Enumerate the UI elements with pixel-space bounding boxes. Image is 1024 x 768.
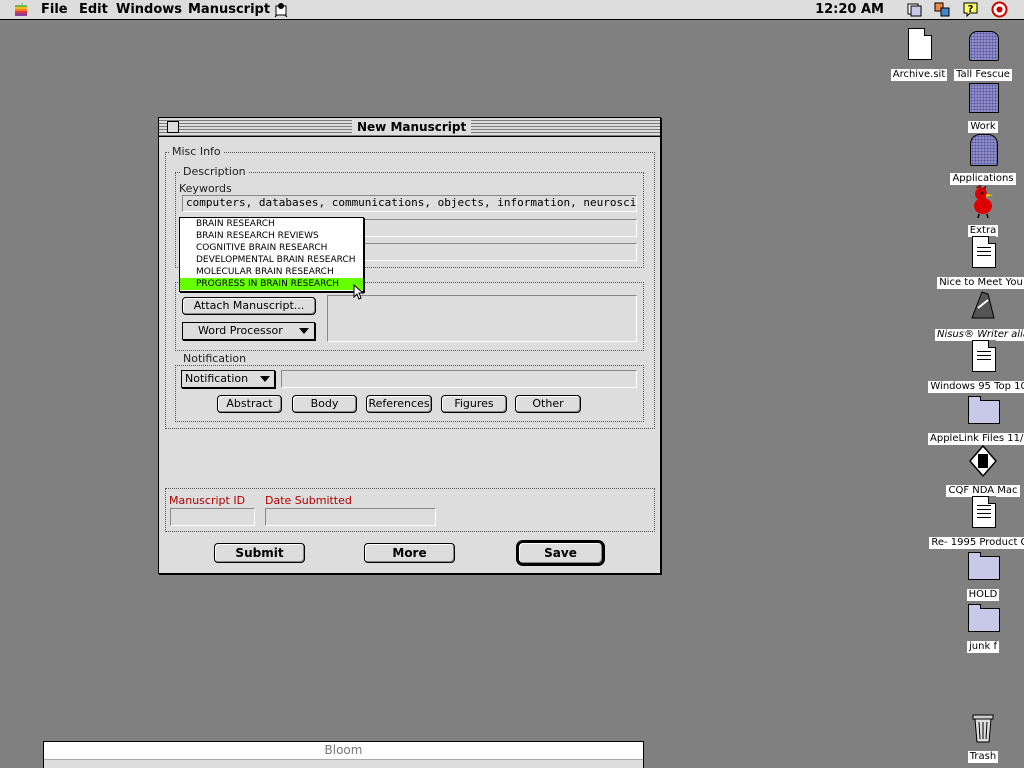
cqf-icon	[966, 444, 1000, 478]
desktop-icon-product-guide[interactable]: Re- 1995 Product Gu	[928, 496, 1024, 549]
manuscript-id-label: Manuscript ID	[169, 494, 246, 507]
application-switcher-icon[interactable]	[906, 1, 923, 18]
journal-dropdown-list[interactable]: BRAIN RESEARCH BRAIN RESEARCH REVIEWS CO…	[179, 217, 364, 292]
folder-icon	[966, 392, 1000, 426]
desktop-icon-label: Trash	[967, 751, 999, 763]
desktop-icon-applications[interactable]: Applications	[928, 132, 1024, 185]
desktop-icon-windows-95[interactable]: Windows 95 Top 10 L	[928, 340, 1024, 393]
keywords-label: Keywords	[179, 182, 232, 195]
rooster-icon	[966, 184, 1000, 219]
mouse-pointer-icon	[353, 284, 365, 300]
notification-popup[interactable]: Notification	[181, 370, 275, 388]
window-title-bar[interactable]: New Manuscript	[159, 118, 660, 137]
menu-file[interactable]: File	[41, 2, 68, 17]
attach-manuscript-button[interactable]: Attach Manuscript...	[182, 297, 316, 315]
help-icon[interactable]: ?	[962, 1, 979, 18]
document-icon	[966, 496, 1000, 530]
desktop-icon-nice-to-meet-you[interactable]: Nice to Meet You!	[928, 236, 1024, 289]
disk-icon	[966, 80, 1000, 114]
apple-icon[interactable]	[15, 3, 27, 16]
control-strip-icon[interactable]	[991, 1, 1008, 18]
bloom-window[interactable]: Bloom	[43, 741, 644, 768]
svg-text:?: ?	[968, 4, 974, 15]
desktop-icon-junk[interactable]: junk f	[928, 600, 1024, 653]
menu-windows[interactable]: Windows	[116, 2, 182, 17]
journal-option[interactable]: MOLECULAR BRAIN RESEARCH	[180, 266, 363, 278]
date-submitted-field[interactable]	[265, 508, 436, 526]
manuscript-id-field[interactable]	[170, 508, 255, 526]
desktop-icon-cqf-nda[interactable]: CQF NDA Mac	[928, 444, 1024, 497]
journal-option[interactable]: BRAIN RESEARCH REVIEWS	[180, 230, 363, 242]
document-icon	[966, 340, 1000, 374]
date-submitted-label: Date Submitted	[265, 494, 352, 507]
description-label: Description	[181, 165, 248, 178]
journal-option[interactable]: BRAIN RESEARCH	[180, 218, 363, 230]
desktop-icon-extra[interactable]: Extra	[928, 184, 1024, 237]
submit-button[interactable]: Submit	[214, 543, 305, 563]
folder-icon	[966, 548, 1000, 582]
attachment-list-field[interactable]	[327, 295, 637, 342]
references-button[interactable]: References	[366, 395, 432, 413]
chevron-down-icon	[260, 376, 270, 382]
desktop-icon-hold[interactable]: HOLD	[928, 548, 1024, 601]
document-icon	[966, 236, 1000, 270]
menu-edit[interactable]: Edit	[79, 2, 108, 17]
clock[interactable]: 12:20 AM	[815, 2, 884, 17]
journal-option-selected[interactable]: PROGRESS IN BRAIN RESEARCH	[180, 278, 363, 290]
desktop-icon-nisus-writer[interactable]: Nisus® Writer alia	[928, 288, 1024, 341]
chevron-down-icon	[299, 328, 309, 334]
disk-icon	[966, 28, 1000, 62]
figures-button[interactable]: Figures	[441, 395, 507, 413]
menu-manuscript[interactable]: Manuscript	[188, 2, 270, 17]
notification-popup-label: Notification	[185, 372, 249, 385]
keywords-field[interactable]: computers, databases, communications, ob…	[182, 195, 637, 212]
trash-icon	[966, 710, 1000, 744]
journal-option[interactable]: COGNITIVE BRAIN RESEARCH	[180, 242, 363, 254]
word-processor-popup[interactable]: Word Processor	[182, 322, 315, 340]
manuscript-app-icon[interactable]	[273, 1, 290, 18]
bloom-window-body	[44, 760, 643, 768]
new-manuscript-window: New Manuscript Misc Info Description Key…	[158, 117, 661, 574]
desktop-icon-tall-fescue[interactable]: Tall Fescue	[928, 28, 1024, 81]
menu-bar: File Edit Windows Manuscript 12:20 AM ?	[0, 0, 1024, 20]
finder-switch-icon[interactable]	[934, 1, 951, 18]
desktop-icon-label: junk f	[967, 641, 999, 653]
save-button[interactable]: Save	[516, 540, 605, 566]
misc-info-label: Misc Info	[170, 145, 223, 158]
desktop-icon-applelink-files[interactable]: AppleLink Files 11/16	[928, 392, 1024, 445]
notification-group-label: Notification	[181, 352, 249, 365]
close-box-icon[interactable]	[167, 121, 179, 133]
nisus-writer-icon	[966, 288, 1000, 322]
word-processor-label: Word Processor	[198, 324, 283, 337]
other-button[interactable]: Other	[515, 395, 581, 413]
notification-field[interactable]	[281, 370, 637, 388]
folder-icon	[966, 600, 1000, 634]
server-icon	[966, 132, 1000, 166]
desktop-icon-work[interactable]: Work	[928, 80, 1024, 133]
more-button[interactable]: More	[364, 543, 455, 563]
body-button[interactable]: Body	[292, 395, 357, 413]
desktop-icon-trash[interactable]: Trash	[928, 710, 1024, 763]
journal-option[interactable]: DEVELOPMENTAL BRAIN RESEARCH	[180, 254, 363, 266]
abstract-button[interactable]: Abstract	[217, 395, 282, 413]
window-title: New Manuscript	[352, 119, 472, 135]
bloom-window-title[interactable]: Bloom	[44, 742, 643, 760]
